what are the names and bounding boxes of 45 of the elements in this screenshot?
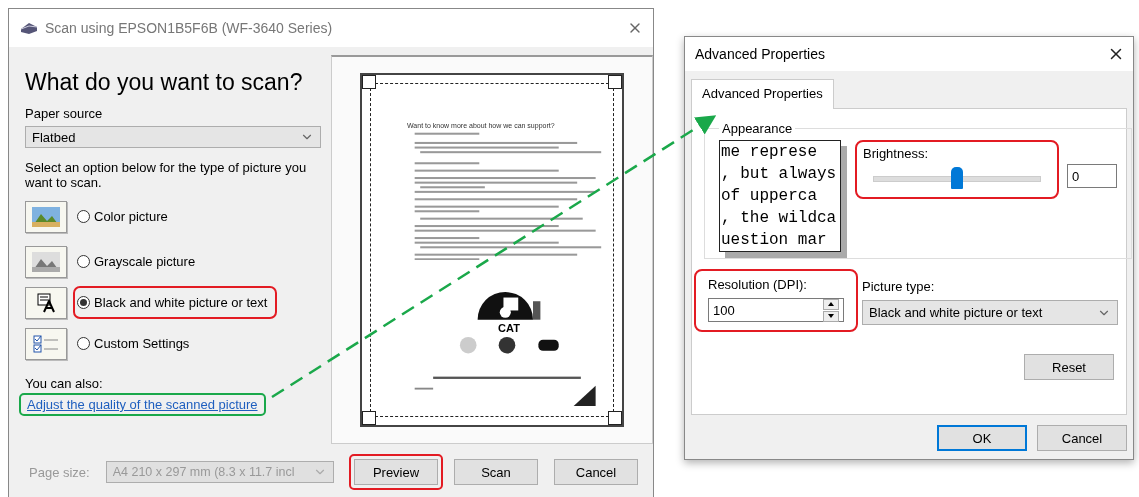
field-label: Page size: [29,464,90,480]
crop-handle[interactable] [608,411,622,425]
picture-type-dropdown[interactable]: Black and white picture or text [862,300,1118,325]
sample-text: of upperca [721,186,818,207]
brightness-field[interactable]: 0 [1067,164,1117,188]
landscape-icon [32,206,60,227]
dialog-heading: What do you want to scan? [25,69,304,96]
field-label: Resolution (DPI): [708,277,808,292]
scanner-icon [19,21,39,35]
picture-type-radio[interactable]: Black and white picture or text [73,286,278,319]
field-label: Paper source [25,106,104,121]
picture-type-radio[interactable]: Custom Settings [73,327,200,360]
group-label: Appearance [721,121,794,136]
picture-type-radio[interactable]: Color picture [73,200,178,233]
logo-label: CAT [498,321,520,334]
also-label: You can also: [25,376,104,391]
field-label: Brightness: [863,146,930,161]
checklist-icon [32,333,60,354]
crop-handle[interactable] [362,75,376,89]
dialog-button[interactable]: Scan [454,459,538,485]
picture-type-radio[interactable]: Grayscale picture [73,245,206,278]
window-title: Scan using EPSON1B5F6B (WF-3640 Series) [45,20,334,36]
sample-text: , the wildca [721,208,838,229]
picture-type-button[interactable] [25,286,67,319]
dialog-button[interactable]: Cancel [554,459,638,485]
sample-text: , but always [721,164,838,185]
window-title: Advanced Properties [695,46,825,62]
logo-drawing [475,292,543,320]
paper-source-dropdown[interactable]: Flatbed [25,126,321,148]
slider-thumb[interactable] [951,167,963,189]
reset-button[interactable]: Reset [1024,354,1114,380]
sample-text: uestion mar [721,230,828,251]
sample-text: me represe [721,142,818,163]
tab[interactable]: Advanced Properties [691,79,834,109]
field-label: Picture type: [862,279,936,294]
instruction-text: Select an option below for the type of picture you want to scan. [25,160,308,190]
resolution-field[interactable]: 100 [708,298,844,322]
dialog-button[interactable]: Cancel [1037,425,1127,451]
crop-handle[interactable] [608,75,622,89]
spinner-icon[interactable] [823,298,839,322]
dialog-button[interactable]: Preview [354,459,438,485]
crop-handle[interactable] [362,411,376,425]
quality-link[interactable]: Adjust the quality of the scanned picture [19,393,266,416]
dialog-button[interactable]: OK [937,425,1027,451]
landscape-icon [32,251,60,272]
